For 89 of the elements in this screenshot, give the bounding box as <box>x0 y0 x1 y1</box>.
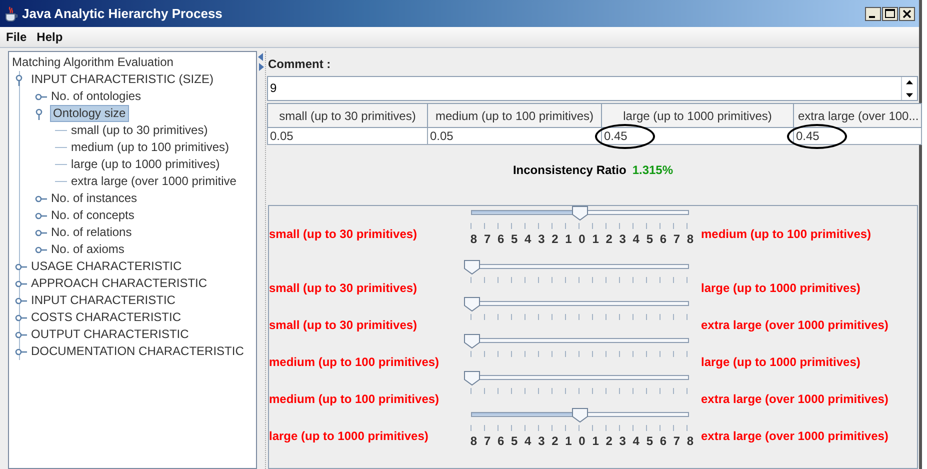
tick-label: 5 <box>645 232 654 246</box>
tree-item[interactable]: No. of relations <box>50 225 133 240</box>
comparison-label: large (up to 1000 primitives) <box>701 354 862 369</box>
tree-item[interactable]: INPUT CHARACTERISTIC <box>30 293 176 308</box>
tick-label: 5 <box>510 232 519 246</box>
inconsistency-value: 1.315% <box>632 163 674 177</box>
comparison-label: small (up to 30 primitives) <box>269 280 418 295</box>
tick-label: 7 <box>482 434 492 448</box>
tree-item[interactable]: medium (up to 100 primitives) <box>70 140 230 155</box>
menu-item[interactable]: Help <box>36 30 63 44</box>
slider-thumb[interactable] <box>463 259 481 275</box>
tick-label: 0 <box>578 434 586 448</box>
tick-label: 1 <box>564 434 573 448</box>
tick-label: 7 <box>672 434 682 448</box>
close-button[interactable] <box>899 6 915 20</box>
comparison-label: extra large (over 1000 primitives) <box>701 317 890 332</box>
tick-label: 8 <box>469 434 478 448</box>
tick-label: 4 <box>524 434 532 448</box>
tick-label: 5 <box>645 434 654 448</box>
comparison-label: extra large (over 1000 primitives) <box>701 391 890 406</box>
comparison-label: medium (up to 100 primitives) <box>269 391 440 406</box>
tick-label: 7 <box>672 232 682 246</box>
tree-item[interactable]: USAGE CHARACTERISTIC <box>30 259 183 274</box>
comment-label: Comment : <box>267 56 332 73</box>
tree-item[interactable]: No. of concepts <box>50 208 136 223</box>
slider-thumb[interactable] <box>463 333 481 349</box>
tree-item[interactable]: COSTS CHARACTERISTIC <box>30 310 182 325</box>
tick-label: 2 <box>550 232 560 246</box>
tick-label: 1 <box>564 232 573 246</box>
tick-label: 4 <box>524 232 532 246</box>
tree-item[interactable]: large (up to 1000 primitives) <box>70 157 221 172</box>
tick-label: 2 <box>604 232 614 246</box>
tick-label: 6 <box>496 232 506 246</box>
slider-thumb[interactable] <box>463 370 481 386</box>
tick-label: 7 <box>482 232 492 246</box>
table-cell[interactable]: 0.45 <box>602 128 794 144</box>
tree-item[interactable]: DOCUMENTATION CHARACTERISTIC <box>30 344 245 359</box>
menu-item[interactable]: File <box>6 30 27 44</box>
tree-item[interactable]: No. of axioms <box>50 242 126 257</box>
comparison-label: extra large (over 1000 primitives) <box>701 428 890 443</box>
tree-item[interactable]: extra large (over 1000 primitive <box>70 174 238 189</box>
maximize-button[interactable] <box>882 6 898 20</box>
comparison-label: medium (up to 100 primitives) <box>269 354 440 369</box>
tick-label: 8 <box>469 232 478 246</box>
tick-label: 3 <box>618 434 627 448</box>
tick-label: 3 <box>537 434 546 448</box>
tree-item[interactable]: APPROACH CHARACTERISTIC <box>30 276 208 291</box>
column-header[interactable]: extra large (over 100... <box>794 104 922 128</box>
tick-label: 2 <box>550 434 560 448</box>
comparison-label: small (up to 30 primitives) <box>269 226 418 241</box>
column-header[interactable]: medium (up to 100 primitives) <box>428 104 602 128</box>
slider-thumb[interactable] <box>463 296 481 312</box>
tree-root[interactable]: Matching Algorithm Evaluation <box>9 52 256 71</box>
slider-thumb[interactable] <box>571 205 589 221</box>
comparison-label: small (up to 30 primitives) <box>269 317 418 332</box>
comparison-label: large (up to 1000 primitives) <box>701 280 862 295</box>
column-header[interactable]: large (up to 1000 primitives) <box>602 104 794 128</box>
column-header[interactable]: small (up to 30 primitives) <box>268 104 428 128</box>
tree-item[interactable]: No. of instances <box>50 191 138 206</box>
table-cell[interactable]: 0.05 <box>428 128 602 144</box>
slider-thumb[interactable] <box>571 407 589 423</box>
tick-label: 0 <box>578 232 586 246</box>
tick-label: 6 <box>658 232 668 246</box>
table-cell[interactable]: 0.45 <box>794 128 922 144</box>
inconsistency-label: Inconsistency Ratio <box>512 163 626 177</box>
tick-label: 5 <box>510 434 519 448</box>
tick-label: 3 <box>618 232 627 246</box>
tick-label: 2 <box>604 434 614 448</box>
tree-item[interactable]: small (up to 30 primitives) <box>70 123 209 138</box>
tick-label: 3 <box>537 232 546 246</box>
cup-icon <box>4 6 18 22</box>
tick-label: 8 <box>686 232 695 246</box>
tick-label: 6 <box>658 434 668 448</box>
tree-item[interactable]: INPUT CHARACTERISTIC (SIZE) <box>30 72 214 87</box>
tick-label: 8 <box>686 434 695 448</box>
tree-item[interactable]: OUTPUT CHARACTERISTIC <box>30 327 190 342</box>
comparison-label: large (up to 1000 primitives) <box>269 428 430 443</box>
minimize-button[interactable] <box>865 6 881 20</box>
table-cell[interactable]: 0.05 <box>268 128 428 144</box>
tree-item[interactable]: No. of ontologies <box>50 89 142 104</box>
comparison-label: medium (up to 100 primitives) <box>701 226 872 241</box>
tree-item[interactable]: Ontology size <box>50 105 129 122</box>
tick-label: 1 <box>591 434 600 448</box>
window-title: Java Analytic Hierarchy Process <box>22 6 224 21</box>
tick-label: 6 <box>496 434 506 448</box>
tick-label: 4 <box>632 232 640 246</box>
comment-field[interactable]: 9 <box>267 76 918 101</box>
tick-label: 4 <box>632 434 640 448</box>
tick-label: 1 <box>591 232 600 246</box>
